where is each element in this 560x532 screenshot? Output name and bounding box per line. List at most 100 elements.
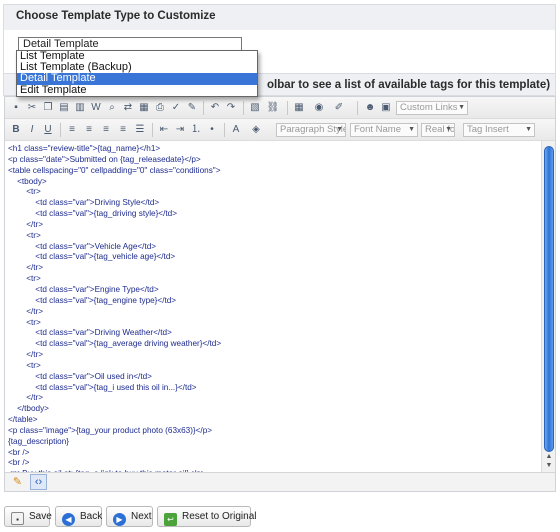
find-icon[interactable]: ⌕	[105, 101, 119, 114]
code-line: <br />	[8, 447, 30, 457]
font-name-select[interactable]: Font Name ▼	[350, 123, 418, 137]
arrow-left-icon: ◀	[62, 513, 75, 526]
table-icon[interactable]: ▦	[292, 101, 306, 114]
chevron-down-icon: ▼	[336, 126, 343, 133]
code-line: <td class="val">{tag_i used this oil in.…	[8, 382, 197, 392]
module-icon[interactable]: ▣	[379, 101, 393, 114]
code-line: <p class="date">Submitted on {tag_releas…	[8, 154, 201, 164]
code-line: <td class="var">Driving Weather</td>	[8, 328, 172, 338]
undo-icon[interactable]: ↶	[208, 101, 222, 114]
spellcheck-icon[interactable]: ✓	[169, 101, 183, 114]
back-button[interactable]: ◀ Back	[55, 506, 102, 527]
editor-mode-bar: ✎ ‹›	[5, 472, 555, 491]
option-detail-template[interactable]: Detail Template	[17, 73, 257, 85]
code-line: <tr>	[8, 187, 41, 197]
numbered-list-icon[interactable]: ⒈	[189, 123, 203, 136]
scroll-up-icon[interactable]: ▲	[545, 453, 553, 460]
users-icon[interactable]: ☻	[363, 101, 377, 114]
toolbar-row-1: ▪ ✂ ❐ ▤ ▥ W ⌕ ⇄ ▦ ⎙ ✓ ✎ ↶ ↷ ▧ ⛓ ▦ ◉ ✐ ☻ …	[5, 97, 555, 119]
bullet-list-icon[interactable]: •	[205, 123, 219, 136]
code-line: <tr>	[8, 360, 41, 370]
code-line: <p class="image">{tag_your product photo…	[8, 425, 213, 435]
paste-word-icon[interactable]: W	[89, 101, 103, 114]
font-color-icon[interactable]: A	[229, 123, 243, 136]
scrollbar-thumb[interactable]	[544, 146, 554, 452]
code-line: <td class="val">{tag_vehicle age}</td>	[8, 252, 176, 262]
indent-icon[interactable]: ⇥	[173, 123, 187, 136]
template-type-dropdown[interactable]: List Template List Template (Backup) Det…	[16, 50, 258, 97]
outdent-icon[interactable]: ⇤	[157, 123, 171, 136]
media-icon[interactable]: ◉	[312, 101, 326, 114]
toolbar-divider	[60, 123, 61, 137]
code-line: </tr>	[8, 393, 44, 403]
align-justify-icon[interactable]: ≡	[116, 123, 130, 136]
html-editor: ▪ ✂ ❐ ▤ ▥ W ⌕ ⇄ ▦ ⎙ ✓ ✎ ↶ ↷ ▧ ⛓ ▦ ◉ ✐ ☻ …	[4, 96, 556, 492]
italic-icon[interactable]: I	[25, 123, 39, 136]
clean-icon[interactable]: ✎	[185, 101, 199, 114]
chevron-down-icon: ▼	[525, 126, 532, 133]
code-line: <td class="val">{tag_driving style}</td>	[8, 209, 177, 219]
print-icon[interactable]: ⎙	[153, 101, 167, 114]
save-button[interactable]: ▪ Save	[4, 506, 52, 527]
toolbar-divider	[357, 101, 358, 115]
toolbar-divider	[243, 101, 244, 115]
custom-links-select[interactable]: Custom Links ▼	[396, 101, 468, 115]
paste-text-icon[interactable]: ▥	[73, 101, 87, 114]
replace-icon[interactable]: ⇄	[121, 101, 135, 114]
link-icon[interactable]: ⛓	[266, 101, 280, 114]
code-line: <td class="var">Oil used in</td>	[8, 371, 152, 381]
chevron-down-icon: ▼	[445, 126, 452, 133]
format-icon[interactable]: ✐	[332, 101, 346, 114]
editor-header-text: olbar to see a list of available tags fo…	[267, 79, 551, 91]
option-edit-template[interactable]: Edit Template	[17, 84, 257, 96]
reset-to-original-button[interactable]: ↩ Reset to Original	[157, 506, 256, 527]
align-left-icon[interactable]: ≡	[65, 123, 79, 136]
code-line: <td class="val">{tag_average driving wea…	[8, 339, 222, 349]
tag-insert-select[interactable]: Tag Insert ▼	[463, 123, 535, 137]
bold-icon[interactable]: B	[9, 123, 23, 136]
chevron-down-icon: ▼	[408, 126, 415, 133]
toolbar-divider	[287, 101, 288, 115]
code-line: </tr>	[8, 350, 44, 360]
redo-icon[interactable]: ↷	[224, 101, 238, 114]
code-line: </tr>	[8, 219, 44, 229]
select-all-icon[interactable]: ▦	[137, 101, 151, 114]
copy-icon[interactable]: ❐	[41, 101, 55, 114]
toolbar-divider	[203, 101, 204, 115]
scroll-down-icon[interactable]: ▼	[545, 462, 553, 469]
code-line: <h1 class="review-title">{tag_name}</h1>	[8, 144, 161, 153]
image-icon[interactable]: ▧	[248, 101, 262, 114]
code-line: <tr>	[8, 274, 41, 284]
horizontal-rule-icon[interactable]: ☰	[133, 123, 147, 136]
align-center-icon[interactable]: ≡	[82, 123, 96, 136]
code-line: </tr>	[8, 306, 44, 316]
code-line: <table cellspacing="0" cellpadding="0" c…	[8, 165, 221, 175]
code-line: <td class="var">Vehicle Age</td>	[8, 241, 157, 251]
design-mode-pencil-icon[interactable]: ✎	[9, 474, 26, 490]
toolbar-divider	[224, 123, 225, 137]
revert-icon: ↩	[164, 513, 177, 526]
code-text-area[interactable]: <h1 class="review-title">{tag_name}</h1>…	[5, 141, 541, 472]
highlight-icon[interactable]: ◈	[249, 123, 263, 136]
vertical-scrollbar[interactable]: ▲ ▼	[541, 141, 555, 472]
cut-icon[interactable]: ✂	[25, 101, 39, 114]
next-button[interactable]: ▶ Next	[106, 506, 153, 527]
arrow-right-icon: ▶	[113, 513, 126, 526]
save-icon[interactable]: ▪	[9, 101, 23, 114]
code-line: <td class="var">Engine Type</td>	[8, 284, 159, 294]
align-right-icon[interactable]: ≡	[99, 123, 113, 136]
code-line: <td class="val">{tag_engine type}</td>	[8, 295, 177, 305]
html-mode-icon[interactable]: ‹›	[30, 474, 47, 490]
paragraph-style-select[interactable]: Paragraph Style ▼	[276, 123, 346, 137]
font-size-select[interactable]: Real fo ▼	[421, 123, 455, 137]
paste-icon[interactable]: ▤	[57, 101, 71, 114]
template-type-select[interactable]: Detail Template	[18, 37, 242, 51]
toolbar-divider	[152, 123, 153, 137]
code-line: </tr>	[8, 263, 44, 273]
code-line: </table>	[8, 415, 38, 425]
toolbar-row-2: B I U ≡ ≡ ≡ ≡ ☰ ⇤ ⇥ ⒈ • A ◈ Paragraph St…	[5, 119, 555, 141]
code-line: <br />	[8, 458, 30, 468]
code-line: <tbody>	[8, 176, 47, 186]
code-line: <td class="var">Driving Style</td>	[8, 198, 160, 208]
underline-icon[interactable]: U	[41, 123, 55, 136]
